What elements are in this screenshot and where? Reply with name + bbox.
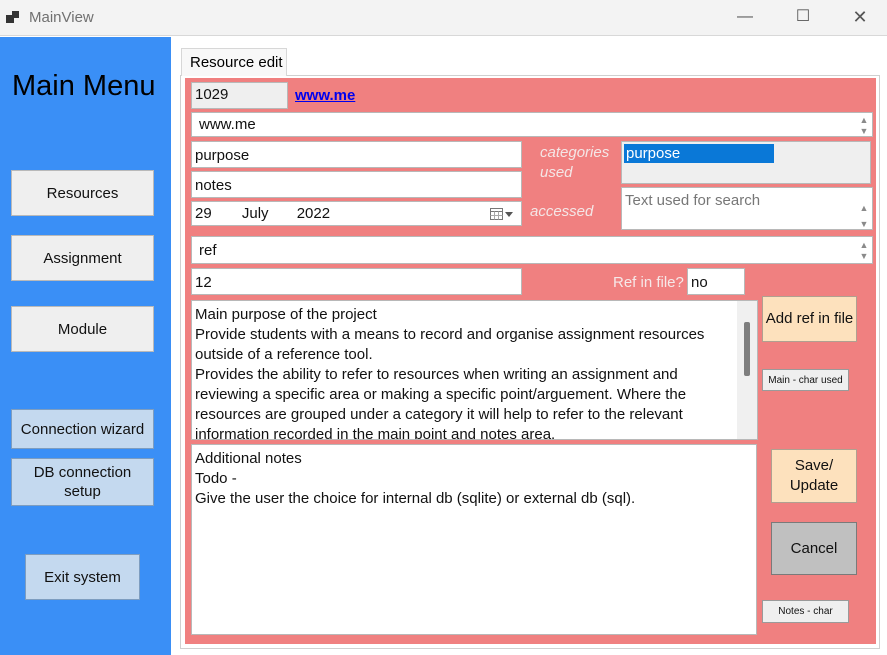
save-update-button[interactable]: Save/ Update [771, 449, 857, 503]
notes-field[interactable]: notes [191, 171, 522, 198]
add-ref-in-file-button[interactable]: Add ref in file [762, 296, 857, 342]
number-field[interactable]: 12 [191, 268, 522, 295]
ref-field[interactable]: ref ▲ ▼ [191, 236, 873, 264]
categories-used-label: categories used [540, 144, 610, 181]
text-line: Main purpose of the project [195, 306, 377, 323]
main-text-scrollbar[interactable] [737, 301, 757, 439]
text-line: outside of a reference tool. [195, 346, 373, 363]
date-picker[interactable]: 29 July 2022 [191, 201, 522, 226]
text-line: Todo - [195, 470, 237, 487]
url-scroll-arrows-icon[interactable]: ▲ ▼ [859, 115, 869, 136]
url-value: www.me [199, 116, 256, 133]
title-bar: MainView — ☐ ✕ [0, 0, 887, 36]
ref-in-file-label: Ref in file? [613, 274, 684, 291]
ref-in-file-field[interactable]: no [687, 268, 745, 295]
app-icon [6, 11, 19, 23]
text-line: resources are grouped under a category i… [195, 406, 683, 423]
tab-resource-edit[interactable]: Resource edit [181, 48, 287, 76]
window-title: MainView [29, 9, 94, 26]
main-char-used-button[interactable]: Main - char used [762, 369, 849, 391]
date-day: 29 [195, 205, 212, 222]
ref-scroll-arrows-icon[interactable]: ▲ ▼ [859, 240, 869, 262]
notes-text-lines: Additional notes Todo - Give the user the … [195, 449, 753, 509]
categories-listbox[interactable]: purpose [621, 141, 871, 184]
module-button[interactable]: Module [11, 306, 154, 352]
text-line: Additional notes [195, 450, 302, 467]
connection-wizard-button[interactable]: Connection wizard [11, 409, 154, 449]
text-line: information recorded in the main point a… [195, 426, 556, 440]
main-text-area[interactable]: Main purpose of the project Provide stude… [191, 300, 758, 440]
text-line: Give the user the choice for internal db… [195, 490, 636, 507]
notes-char-button[interactable]: Notes - char [762, 600, 849, 623]
date-month: July [241, 205, 269, 222]
text-line: Provides the ability to refer to resourc… [195, 366, 678, 383]
db-connection-setup-button[interactable]: DB connection setup [11, 458, 154, 506]
menu-title: Main Menu [12, 70, 156, 102]
notes-text-area[interactable]: Additional notes Todo - Give the user the … [191, 444, 757, 635]
main-text-lines: Main purpose of the project Provide stude… [195, 305, 754, 440]
calendar-dropdown-icon[interactable] [490, 207, 516, 221]
assignment-button[interactable]: Assignment [11, 235, 154, 281]
resource-id-field[interactable]: 1029 [191, 82, 288, 109]
accessed-label: accessed [530, 203, 594, 220]
main-text-scroll-thumb[interactable] [744, 322, 750, 376]
exit-system-button[interactable]: Exit system [25, 554, 140, 600]
search-placeholder: Text used for search [625, 192, 761, 209]
search-text-field[interactable]: Text used for search ▲ ▼ [621, 187, 873, 230]
ref-value: ref [199, 242, 217, 259]
date-year: 2022 [296, 205, 331, 222]
maximize-button[interactable]: ☐ [774, 0, 832, 36]
resource-link[interactable]: www.me [295, 87, 355, 104]
cancel-button[interactable]: Cancel [771, 522, 857, 575]
close-button[interactable]: ✕ [831, 0, 887, 36]
text-line: Provide students with a means to record … [195, 326, 705, 343]
url-field[interactable]: www.me ▲ ▼ [191, 112, 873, 137]
category-item-selected[interactable]: purpose [624, 144, 774, 163]
search-scroll-arrows-icon[interactable]: ▲ ▼ [859, 200, 869, 229]
purpose-field[interactable]: purpose [191, 141, 522, 168]
text-line: reviewing a specific area or making a sp… [195, 386, 687, 403]
minimize-button[interactable]: — [716, 0, 774, 36]
resources-button[interactable]: Resources [11, 170, 154, 216]
